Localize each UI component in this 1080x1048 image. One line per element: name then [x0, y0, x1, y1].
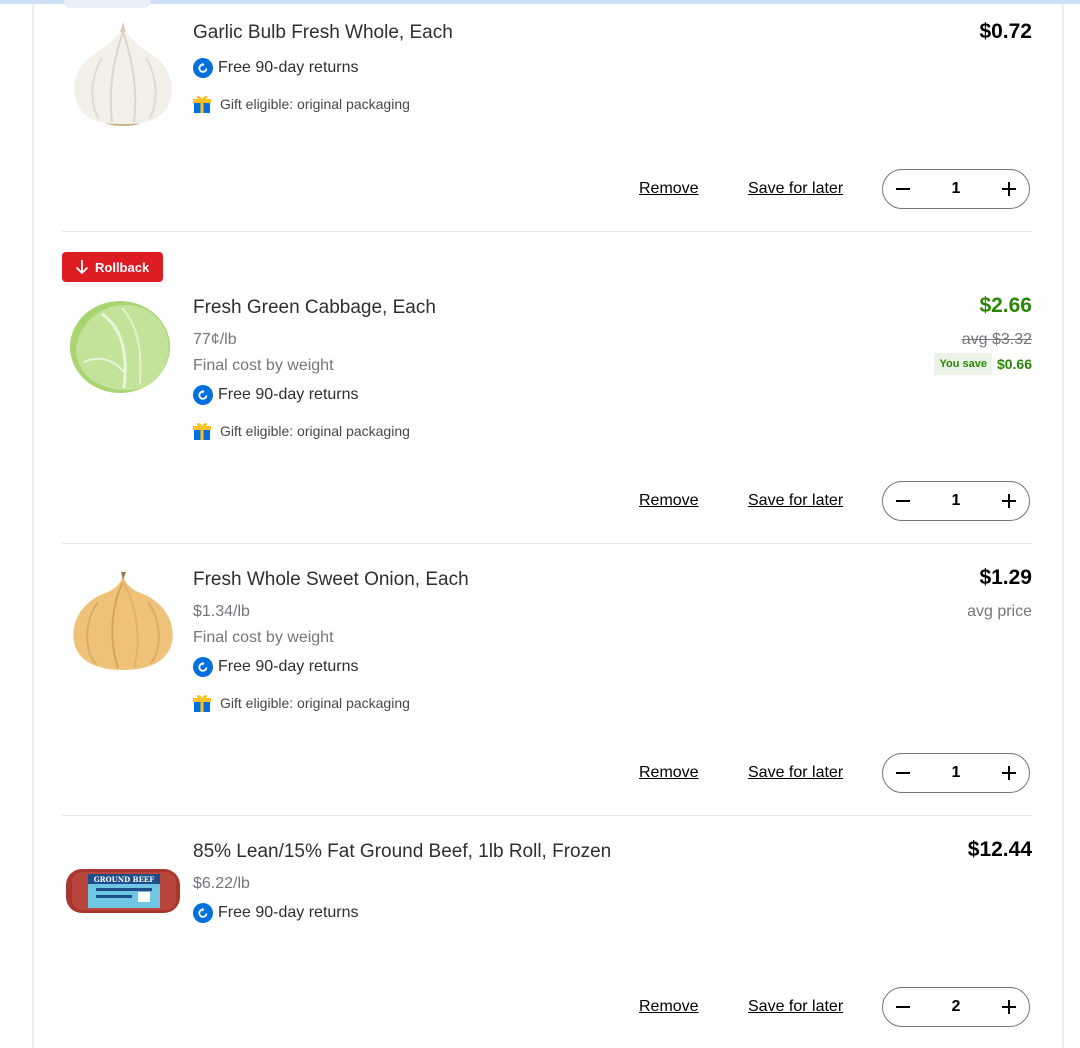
- cabbage-image[interactable]: [62, 292, 184, 402]
- returns-info: Free 90-day returns: [193, 57, 359, 79]
- returns-text: Free 90-day returns: [218, 904, 359, 921]
- was-price: avg $3.32: [961, 331, 1032, 348]
- quantity-value: 1: [951, 492, 961, 509]
- garlic-image[interactable]: [62, 18, 184, 128]
- returns-info: Free 90-day returns: [193, 384, 359, 406]
- unit-price: $6.22/lb: [193, 875, 250, 892]
- gift-text: Gift eligible: original packaging: [220, 695, 410, 711]
- rollback-label: Rollback: [95, 259, 150, 275]
- returns-icon: [193, 903, 213, 923]
- gift-icon: [193, 95, 211, 113]
- save-for-later-button[interactable]: Save for later: [748, 492, 843, 510]
- final-cost-note: Final cost by weight: [193, 357, 334, 374]
- gift-text: Gift eligible: original packaging: [220, 96, 410, 112]
- save-for-later-button[interactable]: Save for later: [748, 998, 843, 1016]
- avg-price-note: avg price: [967, 603, 1032, 620]
- returns-icon: [193, 385, 213, 405]
- gift-info: Gift eligible: original packaging: [193, 692, 410, 714]
- arrow-down-icon: [75, 260, 89, 275]
- cart-item-ground-beef: GROUND BEEF 85% Lean/15% Fat Ground Beef…: [62, 816, 1034, 1048]
- increase-quantity-button[interactable]: [989, 754, 1029, 792]
- quantity-value: 1: [951, 180, 961, 197]
- decrease-quantity-button[interactable]: [883, 482, 923, 520]
- returns-info: Free 90-day returns: [193, 656, 359, 678]
- quantity-stepper: 2: [882, 987, 1030, 1027]
- save-for-later-button[interactable]: Save for later: [748, 764, 843, 782]
- item-price: $0.72: [979, 20, 1032, 43]
- increase-quantity-button[interactable]: [989, 988, 1029, 1026]
- quantity-value: 2: [951, 998, 961, 1015]
- remove-button[interactable]: Remove: [639, 764, 699, 782]
- minus-icon: [896, 500, 910, 502]
- unit-price: $1.34/lb: [193, 603, 250, 620]
- save-for-later-button[interactable]: Save for later: [748, 180, 843, 198]
- plus-icon: [1002, 182, 1016, 196]
- returns-icon: [193, 657, 213, 677]
- plus-icon: [1002, 1000, 1016, 1014]
- remove-button[interactable]: Remove: [639, 180, 699, 198]
- package-text: GROUND BEEF: [94, 875, 154, 884]
- item-price: $2.66: [979, 294, 1032, 317]
- quantity-stepper: 1: [882, 169, 1030, 209]
- ground-beef-image[interactable]: GROUND BEEF: [62, 836, 184, 946]
- you-save-amount: $0.66: [996, 356, 1032, 372]
- gift-icon: [193, 422, 211, 440]
- decrease-quantity-button[interactable]: [883, 754, 923, 792]
- decrease-quantity-button[interactable]: [883, 988, 923, 1026]
- minus-icon: [896, 1006, 910, 1008]
- minus-icon: [896, 772, 910, 774]
- returns-info: Free 90-day returns: [193, 902, 359, 924]
- plus-icon: [1002, 766, 1016, 780]
- quantity-stepper: 1: [882, 753, 1030, 793]
- remove-button[interactable]: Remove: [639, 492, 699, 510]
- you-save-badge: You save $0.66: [934, 352, 1032, 376]
- item-title[interactable]: Fresh Whole Sweet Onion, Each: [193, 569, 469, 591]
- increase-quantity-button[interactable]: [989, 482, 1029, 520]
- cart-item-cabbage: Rollback Fresh Green Cabbage, Each 77¢/l…: [62, 232, 1034, 544]
- quantity-stepper: 1: [882, 481, 1030, 521]
- returns-text: Free 90-day returns: [218, 658, 359, 675]
- minus-icon: [896, 188, 910, 190]
- gift-text: Gift eligible: original packaging: [220, 423, 410, 439]
- rollback-badge: Rollback: [62, 252, 163, 282]
- remove-button[interactable]: Remove: [639, 998, 699, 1016]
- cart-item-garlic: Garlic Bulb Fresh Whole, Each Free 90-da…: [62, 0, 1034, 232]
- panel-border-right: [1062, 4, 1064, 1048]
- panel-border-left: [32, 4, 34, 1048]
- item-title[interactable]: Fresh Green Cabbage, Each: [193, 297, 436, 319]
- item-price: $12.44: [967, 838, 1032, 861]
- item-price: $1.29: [979, 566, 1032, 589]
- cart-item-onion: Fresh Whole Sweet Onion, Each $1.34/lb F…: [62, 544, 1034, 816]
- final-cost-note: Final cost by weight: [193, 629, 334, 646]
- item-title[interactable]: 85% Lean/15% Fat Ground Beef, 1lb Roll, …: [193, 841, 611, 863]
- item-title[interactable]: Garlic Bulb Fresh Whole, Each: [193, 22, 453, 44]
- plus-icon: [1002, 494, 1016, 508]
- increase-quantity-button[interactable]: [989, 170, 1029, 208]
- gift-icon: [193, 694, 211, 712]
- returns-text: Free 90-day returns: [218, 59, 359, 76]
- decrease-quantity-button[interactable]: [883, 170, 923, 208]
- returns-icon: [193, 58, 213, 78]
- unit-price: 77¢/lb: [193, 331, 237, 348]
- gift-info: Gift eligible: original packaging: [193, 93, 410, 115]
- returns-text: Free 90-day returns: [218, 386, 359, 403]
- you-save-label: You save: [934, 353, 992, 375]
- quantity-value: 1: [951, 764, 961, 781]
- onion-image[interactable]: [62, 568, 184, 678]
- gift-info: Gift eligible: original packaging: [193, 420, 410, 442]
